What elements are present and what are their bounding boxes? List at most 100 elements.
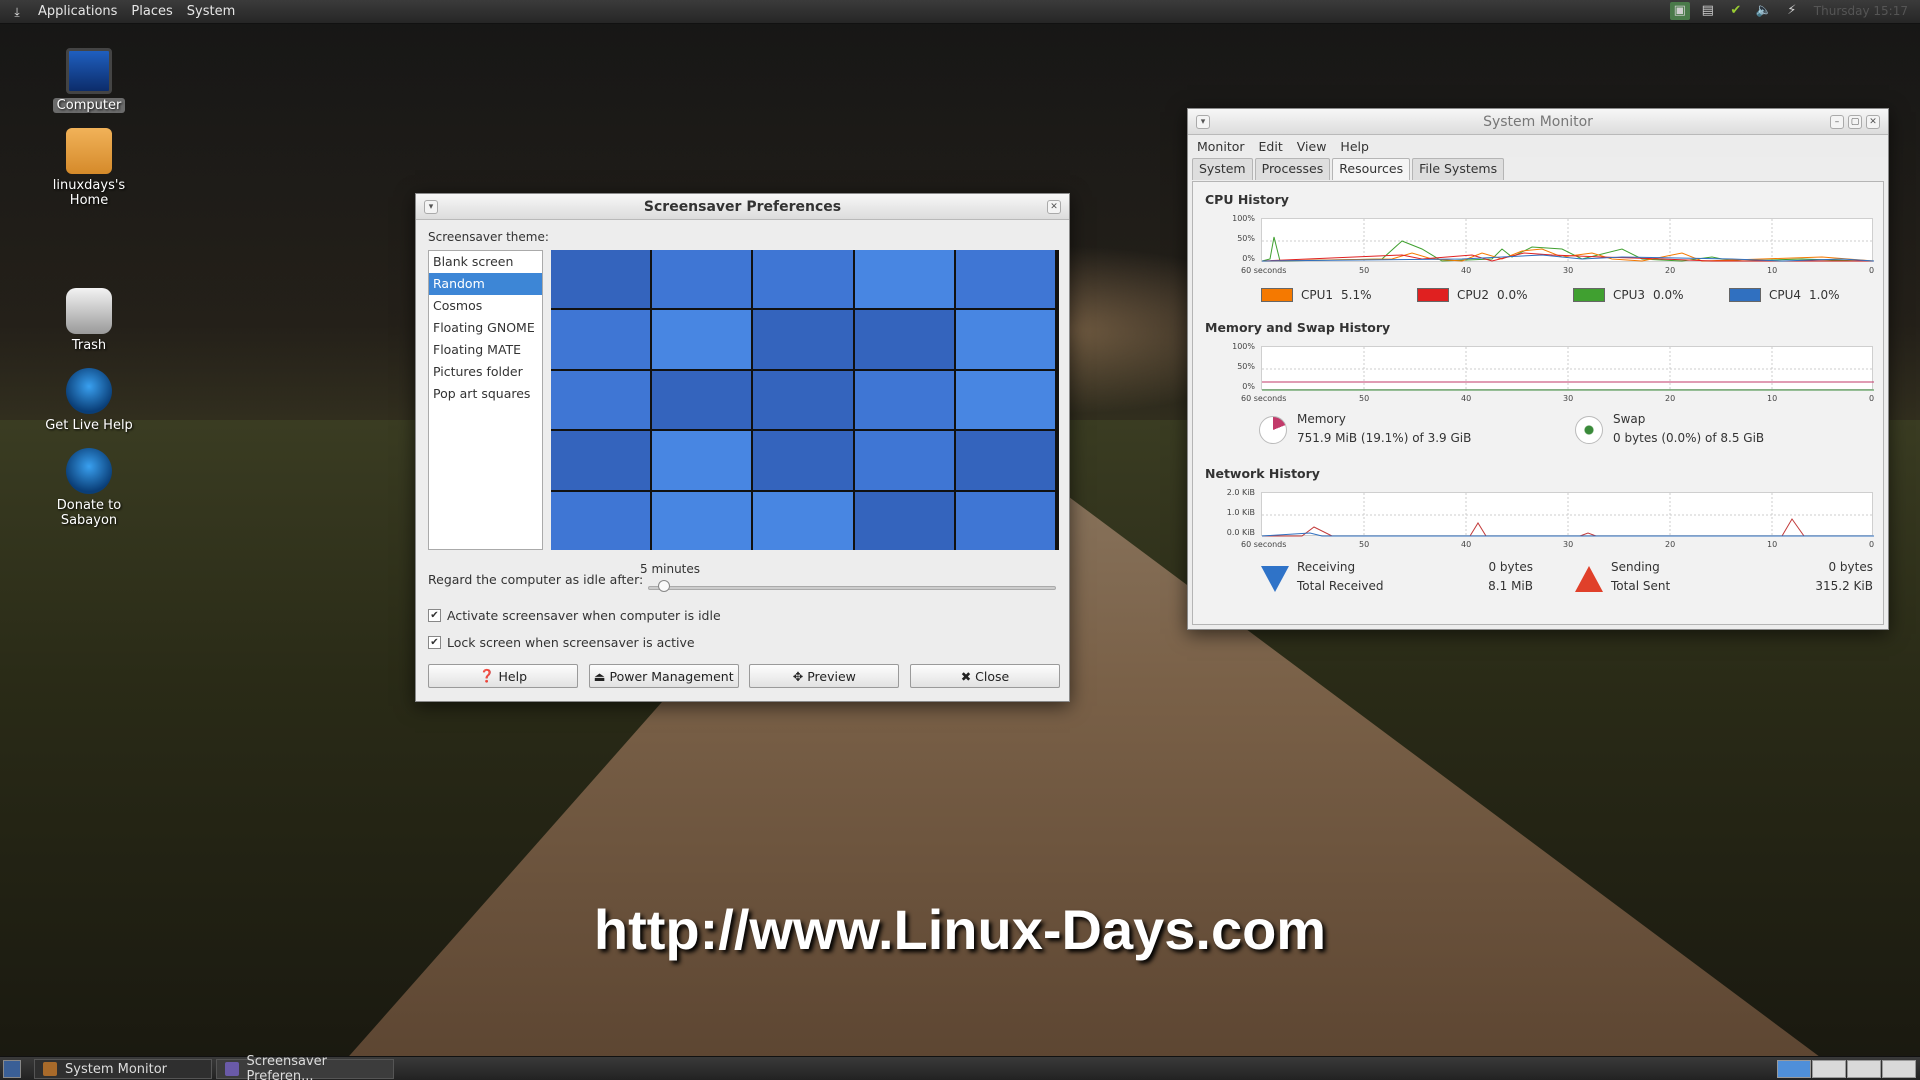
menu-monitor[interactable]: Monitor xyxy=(1197,139,1245,154)
activate-screensaver-checkbox[interactable]: ✔ xyxy=(428,609,441,622)
volume-icon[interactable]: 🔈 xyxy=(1754,2,1774,20)
workspace-1[interactable] xyxy=(1777,1060,1811,1078)
show-desktop-icon[interactable] xyxy=(3,1060,21,1078)
theme-item-floating-mate[interactable]: Floating MATE xyxy=(429,339,542,361)
network-history-graph xyxy=(1261,492,1874,537)
cpu-history-title: CPU History xyxy=(1205,192,1289,207)
mem-xtick-30: 30 xyxy=(1563,394,1574,403)
workspace-4[interactable] xyxy=(1882,1060,1916,1078)
cpu4-swatch[interactable] xyxy=(1729,288,1761,302)
theme-item-cosmos[interactable]: Cosmos xyxy=(429,295,542,317)
tab-processes[interactable]: Processes xyxy=(1254,158,1331,180)
cpu-xtick-50: 50 xyxy=(1359,266,1370,275)
cpu4-legend[interactable]: CPU4 1.0% xyxy=(1729,288,1840,302)
sending-arrow-icon[interactable] xyxy=(1575,566,1603,592)
cpu3-swatch[interactable] xyxy=(1573,288,1605,302)
workspace-2[interactable] xyxy=(1812,1060,1846,1078)
desktop-icon-home[interactable]: linuxdays's Home xyxy=(34,128,144,208)
system-monitor-window: ▾ System Monitor – ▢ ✕ Monitor Edit View… xyxy=(1187,108,1889,630)
total-received-value: 8.1 MiB xyxy=(1488,579,1533,593)
minimize-icon[interactable]: – xyxy=(1830,115,1844,129)
maximize-icon[interactable]: ▢ xyxy=(1848,115,1862,129)
activate-screensaver-row[interactable]: ✔ Activate screensaver when computer is … xyxy=(428,608,721,623)
cpu1-value: 5.1% xyxy=(1341,288,1372,302)
menu-places[interactable]: Places xyxy=(131,4,172,19)
desktop-icon-live-help[interactable]: Get Live Help xyxy=(34,368,144,433)
task-screensaver-preferences[interactable]: Screensaver Preferen... xyxy=(216,1054,394,1080)
trash-icon xyxy=(66,288,112,334)
net-xtick-60: 60 seconds xyxy=(1241,540,1287,549)
close-icon[interactable]: ✕ xyxy=(1047,200,1061,214)
desktop-icon-donate[interactable]: Donate to Sabayon xyxy=(34,448,144,528)
desktop-icon-computer[interactable]: Computer xyxy=(34,48,144,113)
tab-file-systems[interactable]: File Systems xyxy=(1412,158,1505,180)
total-sent-label: Total Sent xyxy=(1611,579,1671,593)
menu-edit[interactable]: Edit xyxy=(1259,139,1283,154)
network-manager-icon[interactable]: ▣ xyxy=(1669,2,1690,20)
menu-applications[interactable]: Applications xyxy=(38,4,117,19)
tab-system[interactable]: System xyxy=(1192,158,1253,180)
watermark-url: http://www.Linux-Days.com xyxy=(593,898,1327,961)
close-button[interactable]: ✖ Close xyxy=(909,664,1060,688)
idle-value: 5 minutes xyxy=(640,562,701,576)
cpu1-swatch[interactable] xyxy=(1261,288,1293,302)
sabayon-help-icon xyxy=(66,368,112,414)
task-label: System Monitor xyxy=(65,1061,168,1077)
theme-list: Blank screen Random Cosmos Floating GNOM… xyxy=(428,250,543,550)
desktop-icon-label: Trash xyxy=(71,338,107,353)
cpu2-swatch[interactable] xyxy=(1417,288,1449,302)
cpu1-legend[interactable]: CPU1 5.1% xyxy=(1261,288,1372,302)
theme-item-random[interactable]: Random xyxy=(429,273,542,295)
net-xtick-50: 50 xyxy=(1359,540,1370,549)
help-button[interactable]: ❓ Help xyxy=(428,664,578,688)
preview-button[interactable]: ✥ Preview xyxy=(749,664,900,688)
desktop-icon-trash[interactable]: Trash xyxy=(34,288,144,353)
task-system-monitor[interactable]: System Monitor xyxy=(34,1059,212,1079)
lock-screen-label: Lock screen when screensaver is active xyxy=(447,635,695,650)
computer-icon xyxy=(66,48,112,94)
desktop-icon-label: linuxdays's Home xyxy=(52,178,126,208)
desktop-icon-label: Computer xyxy=(52,98,126,113)
system-monitor-task-icon xyxy=(43,1062,57,1076)
menu-view[interactable]: View xyxy=(1297,139,1327,154)
receiving-arrow-icon[interactable] xyxy=(1261,566,1289,592)
total-sent-value: 315.2 KiB xyxy=(1815,579,1873,593)
cpu2-value: 0.0% xyxy=(1497,288,1528,302)
system-tray: ▣ ▤ ✔ 🔈 ⚡ Thursday 15:17 xyxy=(1669,2,1908,20)
lock-screen-row[interactable]: ✔ Lock screen when screensaver is active xyxy=(428,635,695,650)
cpu2-legend[interactable]: CPU2 0.0% xyxy=(1417,288,1528,302)
idle-slider-track[interactable] xyxy=(648,586,1056,590)
memory-graph-svg xyxy=(1262,347,1874,391)
idle-slider-knob[interactable] xyxy=(657,580,670,592)
theme-item-floating-gnome[interactable]: Floating GNOME xyxy=(429,317,542,339)
system-monitor-titlebar[interactable]: ▾ System Monitor – ▢ ✕ xyxy=(1188,109,1888,135)
clock[interactable]: Thursday 15:17 xyxy=(1814,4,1908,18)
power-cord-icon[interactable]: ⚡ xyxy=(1782,2,1802,20)
memory-pie-icon[interactable] xyxy=(1259,416,1287,444)
tab-resources[interactable]: Resources xyxy=(1332,158,1411,180)
swap-pie-icon[interactable] xyxy=(1575,416,1603,444)
lock-screen-checkbox[interactable]: ✔ xyxy=(428,636,441,649)
cpu2-name: CPU2 xyxy=(1457,288,1490,302)
menu-system[interactable]: System xyxy=(187,4,235,19)
memory-history-title: Memory and Swap History xyxy=(1205,320,1391,335)
net-ytick-2: 2.0 KiB xyxy=(1226,488,1255,497)
checkmark-icon[interactable]: ✔ xyxy=(1726,2,1746,20)
distro-logo-icon[interactable]: ⤓ xyxy=(10,5,24,19)
cpu3-legend[interactable]: CPU3 0.0% xyxy=(1573,288,1684,302)
net-xtick-20: 20 xyxy=(1665,540,1676,549)
workspace-3[interactable] xyxy=(1847,1060,1881,1078)
receiving-value: 0 bytes xyxy=(1488,560,1533,574)
theme-item-blank-screen[interactable]: Blank screen xyxy=(429,251,542,273)
screensaver-titlebar[interactable]: ▾ Screensaver Preferences ✕ xyxy=(416,194,1069,220)
theme-item-pop-art-squares[interactable]: Pop art squares xyxy=(429,383,542,405)
menubar: Monitor Edit View Help xyxy=(1188,135,1888,157)
menu-help[interactable]: Help xyxy=(1340,139,1369,154)
sending-label: Sending xyxy=(1611,560,1660,574)
close-icon[interactable]: ✕ xyxy=(1866,115,1880,129)
power-management-button[interactable]: ⏏ Power Management xyxy=(588,664,739,688)
theme-item-pictures-folder[interactable]: Pictures folder xyxy=(429,361,542,383)
cpu-xtick-20: 20 xyxy=(1665,266,1676,275)
desktop-icon-label: Donate to Sabayon xyxy=(56,498,122,528)
update-notifier-icon[interactable]: ▤ xyxy=(1698,2,1718,20)
